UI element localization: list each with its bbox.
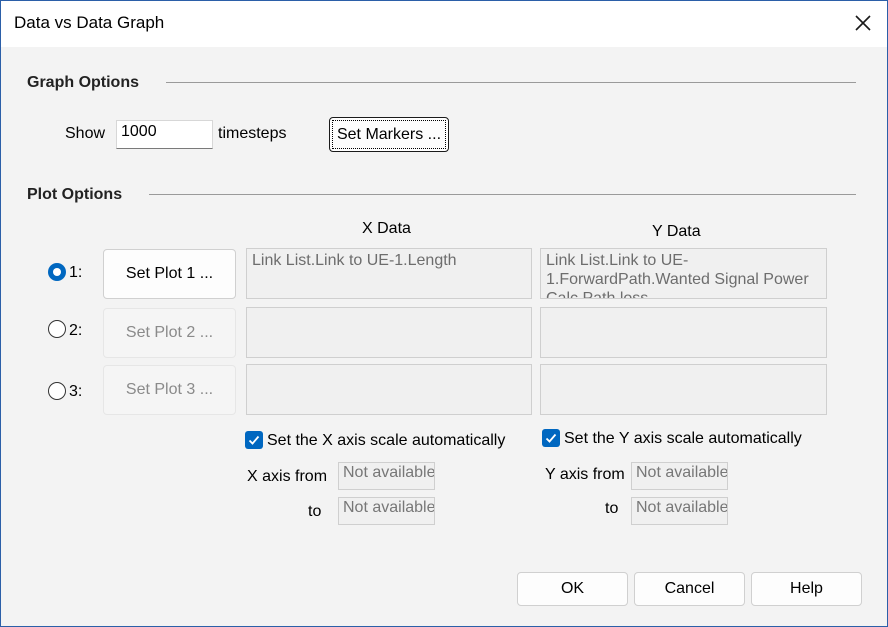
close-icon[interactable]: [849, 9, 877, 37]
set-plot-3-button[interactable]: Set Plot 3 ...: [103, 365, 236, 415]
plot-3-radio[interactable]: [48, 382, 66, 400]
plot-1-y-data: Link List.Link to UE-1.ForwardPath.Wante…: [540, 248, 827, 299]
x-axis-to-input[interactable]: Not available: [338, 497, 435, 525]
ok-button[interactable]: OK: [517, 572, 628, 606]
y-auto-checkbox[interactable]: [542, 429, 560, 447]
set-plot-1-button[interactable]: Set Plot 1 ...: [103, 249, 236, 299]
x-axis-from-label: X axis from: [247, 468, 328, 485]
y-auto-label: Set the Y axis scale automatically: [564, 430, 802, 447]
timesteps-label: timesteps: [218, 125, 287, 142]
y-data-header: Y Data: [652, 223, 701, 240]
set-plot-2-button[interactable]: Set Plot 2 ...: [103, 308, 236, 358]
plot-2-y-data: [540, 307, 827, 358]
plot-1-radio[interactable]: [48, 263, 66, 281]
cancel-button[interactable]: Cancel: [634, 572, 745, 606]
y-axis-to-label: to: [605, 500, 619, 517]
ok-label: OK: [560, 580, 585, 597]
dialog-window: Data vs Data Graph Graph Options Show 10…: [0, 0, 888, 627]
y-axis-to-input[interactable]: Not available: [631, 497, 728, 525]
x-data-header: X Data: [362, 220, 411, 237]
graph-options-divider: [166, 82, 856, 83]
help-label: Help: [790, 580, 823, 597]
plot-2-radio-label: 2:: [69, 322, 83, 339]
set-markers-button[interactable]: Set Markers ...: [329, 117, 449, 152]
plot-options-divider: [149, 194, 856, 195]
x-auto-checkbox[interactable]: [245, 431, 263, 449]
plot-3-y-data: [540, 364, 827, 415]
title-bar: Data vs Data Graph: [1, 1, 887, 47]
checkmark-icon: [545, 433, 557, 443]
plot-3-radio-label: 3:: [69, 383, 83, 400]
timesteps-input[interactable]: 1000: [116, 120, 213, 149]
x-axis-from-input[interactable]: Not available: [338, 462, 435, 490]
show-label: Show: [65, 125, 106, 142]
plot-2-radio[interactable]: [48, 320, 66, 338]
checkmark-icon: [248, 435, 260, 445]
help-button[interactable]: Help: [751, 572, 862, 606]
x-auto-label: Set the X axis scale automatically: [267, 432, 506, 449]
y-axis-from-input[interactable]: Not available: [631, 462, 728, 490]
set-markers-label: Set Markers ...: [336, 125, 442, 143]
y-axis-from-label: Y axis from: [545, 466, 625, 483]
graph-options-heading: Graph Options: [27, 74, 139, 91]
cancel-label: Cancel: [664, 580, 715, 597]
plot-3-x-data: [246, 364, 532, 415]
x-axis-to-label: to: [308, 503, 322, 520]
plot-options-heading: Plot Options: [27, 186, 123, 203]
set-plot-3-label: Set Plot 3 ...: [125, 381, 214, 398]
set-plot-2-label: Set Plot 2 ...: [125, 324, 214, 341]
plot-1-x-data: Link List.Link to UE-1.Length: [246, 248, 532, 299]
plot-2-x-data: [246, 307, 532, 358]
plot-1-radio-label: 1:: [69, 264, 83, 281]
set-plot-1-label: Set Plot 1 ...: [125, 265, 214, 282]
window-title: Data vs Data Graph: [14, 13, 165, 32]
